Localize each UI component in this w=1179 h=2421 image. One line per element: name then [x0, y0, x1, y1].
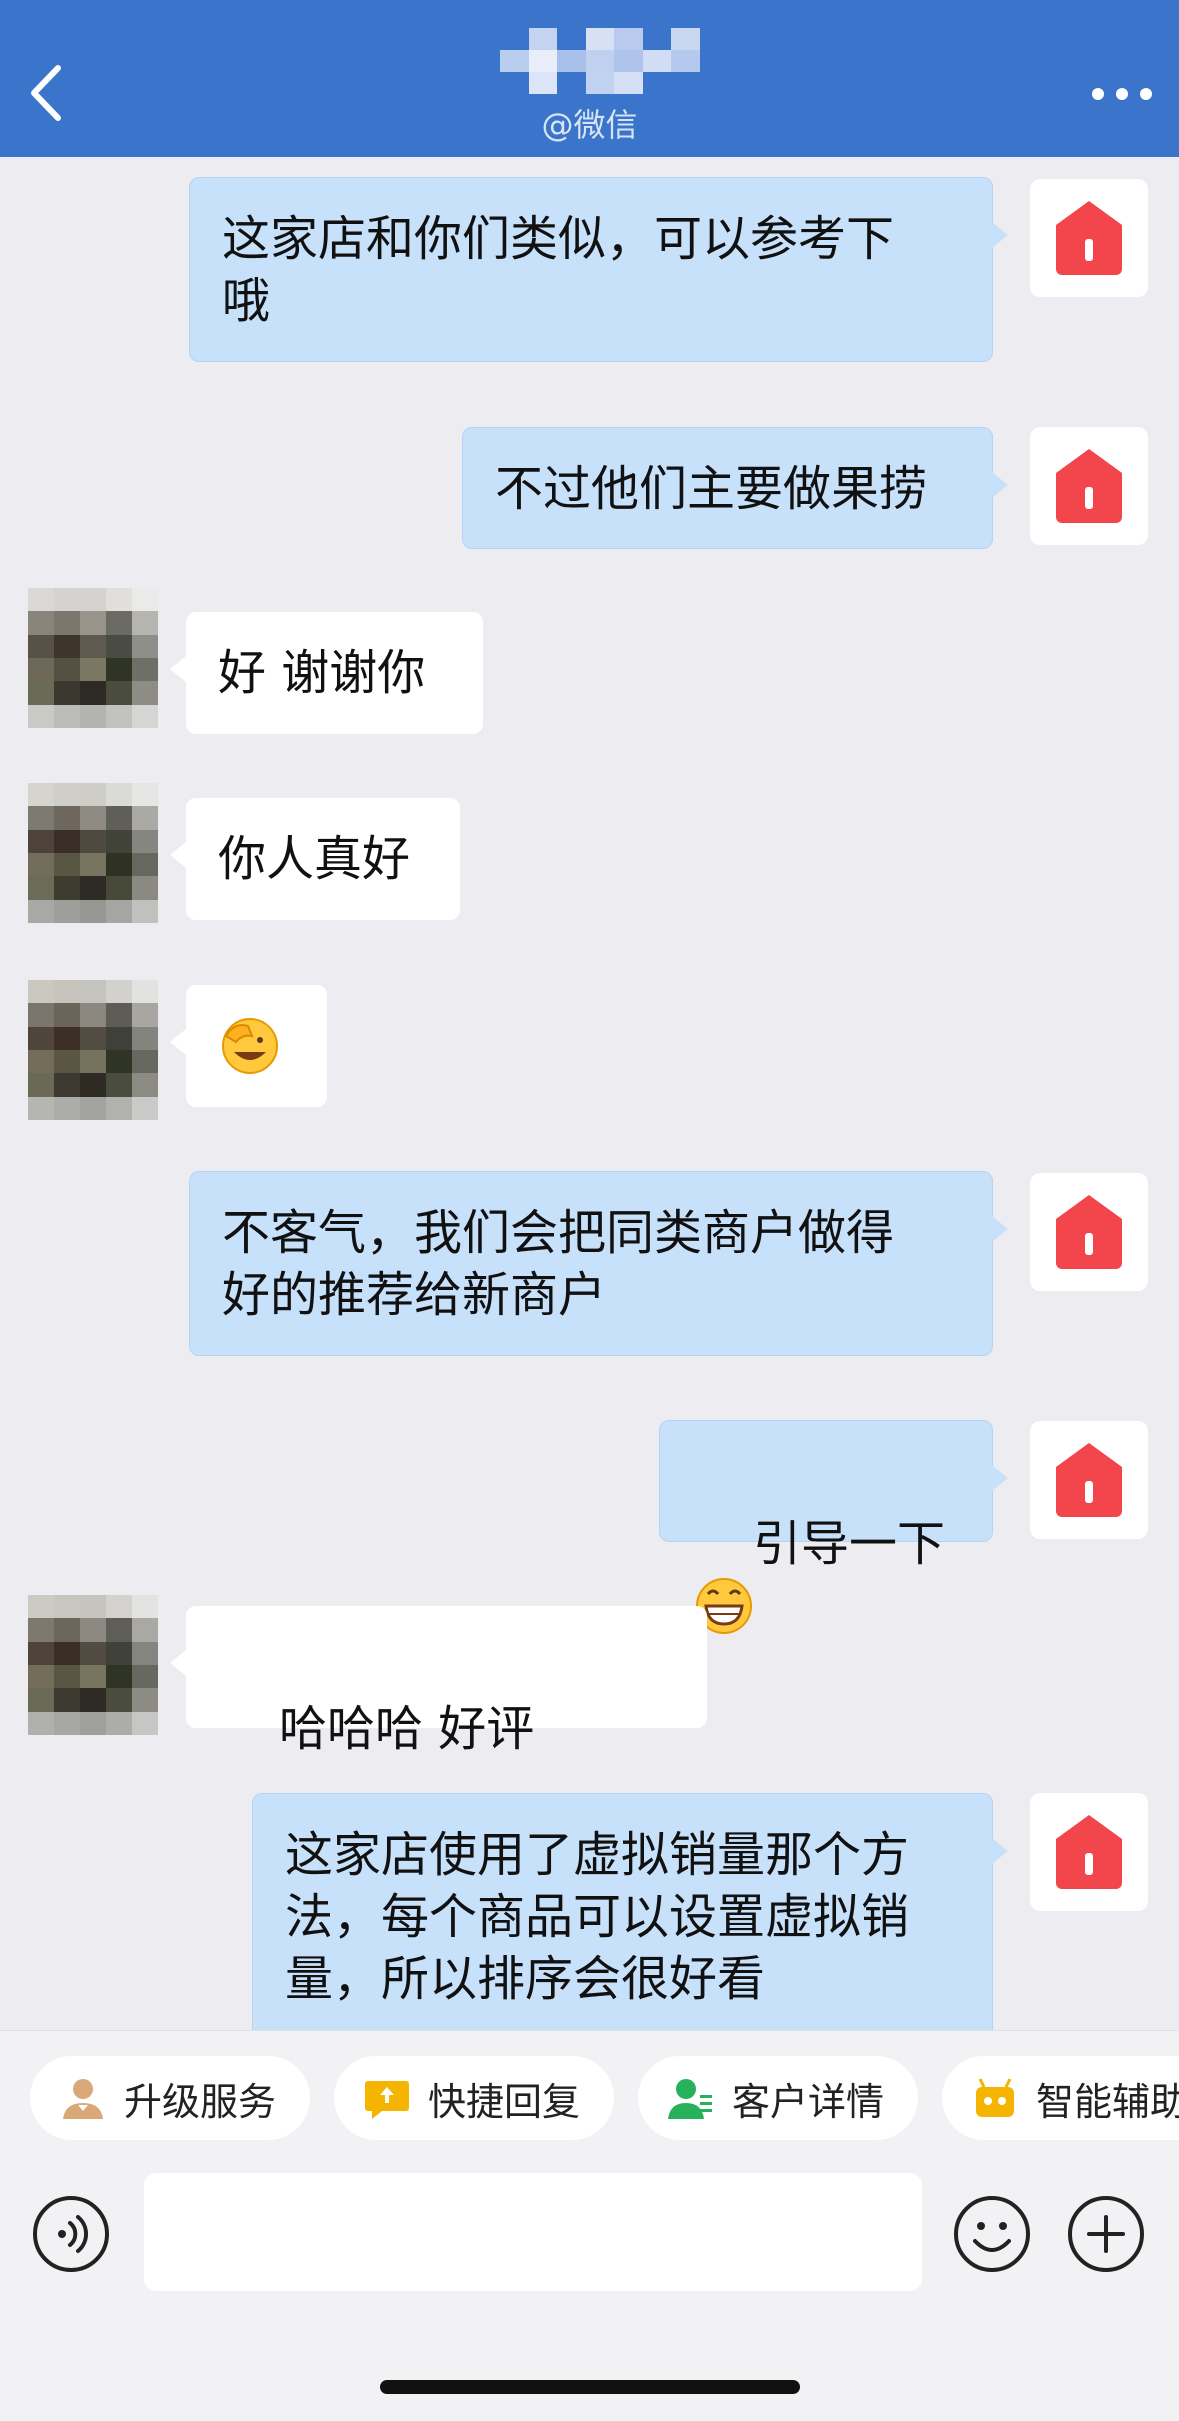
merchant-avatar[interactable]	[1030, 179, 1148, 297]
quick-action-label: 快捷回复	[428, 2079, 581, 2124]
customer-detail-icon	[668, 2079, 712, 2119]
quick-reply-icon	[365, 2081, 409, 2119]
customer-avatar[interactable]	[28, 783, 158, 923]
store-icon	[1056, 201, 1122, 275]
quick-action-upgrade-service[interactable]: 升级服务	[30, 2056, 310, 2140]
add-more-icon[interactable]	[1067, 2195, 1145, 2273]
chat-header: @微信	[0, 0, 1179, 157]
store-icon	[1056, 1815, 1122, 1889]
person-upgrade-icon	[63, 2079, 103, 2119]
message-input[interactable]	[144, 2173, 922, 2291]
message-text: 引导一下	[753, 1516, 946, 1572]
merchant-avatar[interactable]	[1030, 1793, 1148, 1911]
robot-assist-icon	[976, 2078, 1014, 2117]
quick-action-label: 客户详情	[732, 2079, 885, 2124]
voice-input-icon[interactable]	[32, 2195, 110, 2273]
quick-action-smart-assist[interactable]: 智能辅助	[942, 2056, 1179, 2140]
customer-avatar[interactable]	[28, 980, 158, 1120]
quick-action-label: 升级服务	[124, 2079, 277, 2124]
message-bubble-received[interactable]	[170, 985, 327, 1107]
message-bubble-received[interactable]: 好 谢谢你	[170, 612, 483, 734]
customer-avatar[interactable]	[28, 1595, 158, 1735]
home-indicator[interactable]	[380, 2380, 800, 2394]
message-bubble-sent[interactable]: 这家店使用了虚拟销量那个方 法，每个商品可以设置虚拟销 量，所以排序会很好看	[252, 1793, 1008, 2030]
message-bubble-sent[interactable]: 这家店和你们类似，可以参考下 哦	[189, 177, 1008, 362]
emoji-picker-icon[interactable]	[953, 2195, 1031, 2273]
facepalm-emoji-icon	[222, 1018, 278, 1074]
quick-action-label: 智能辅助	[1036, 2079, 1179, 2124]
merchant-avatar[interactable]	[1030, 1421, 1148, 1539]
message-bubble-sent[interactable]: 引导一下	[659, 1420, 1008, 1634]
message-bubble-sent[interactable]: 不客气，我们会把同类商户做得 好的推荐给新商户	[189, 1171, 1008, 1356]
message-list[interactable]: 这家店和你们类似，可以参考下 哦 不过他们主要做果捞 好 谢谢你 你人真好 不客…	[0, 157, 1179, 2030]
customer-avatar[interactable]	[28, 588, 158, 728]
message-bubble-sent[interactable]: 不过他们主要做果捞	[462, 427, 1008, 549]
merchant-avatar[interactable]	[1030, 1173, 1148, 1291]
store-icon	[1056, 1443, 1122, 1517]
message-bubble-received[interactable]: 你人真好	[170, 798, 460, 920]
message-bubble-received[interactable]: 哈哈哈 好评	[170, 1606, 707, 1877]
merchant-avatar[interactable]	[1030, 427, 1148, 545]
input-toolbar: 升级服务 快捷回复 客户详情 智能辅助	[0, 2030, 1179, 2421]
store-icon	[1056, 1195, 1122, 1269]
more-options-icon[interactable]	[1087, 74, 1157, 114]
contact-name-pixelated	[500, 28, 700, 94]
store-icon	[1056, 449, 1122, 523]
chat-subtitle: @微信	[541, 106, 638, 144]
quick-action-quick-reply[interactable]: 快捷回复	[334, 2056, 614, 2140]
message-text: 哈哈哈 好评	[279, 1701, 535, 1757]
quick-action-customer-detail[interactable]: 客户详情	[638, 2056, 918, 2140]
